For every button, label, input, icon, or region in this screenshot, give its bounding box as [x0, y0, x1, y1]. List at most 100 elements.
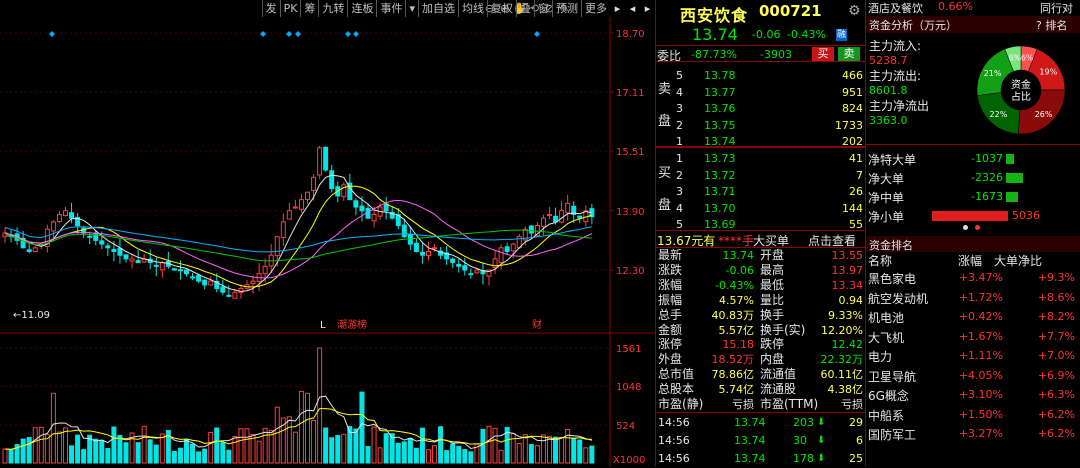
toolbar-button[interactable]: 加自选 — [418, 0, 458, 17]
candle-body — [123, 254, 129, 260]
net-order-label: 净小单 — [868, 210, 905, 224]
toolbar-button[interactable]: 预测 — [552, 0, 581, 17]
rank-change: +3.10% — [958, 388, 1003, 401]
kline-chart[interactable]: 18.70 17.11 15.51 13.90 12.30 1561 1048 524 X100… — [0, 17, 655, 467]
volume-bar — [395, 442, 401, 464]
toolbar-button[interactable]: 连板 — [347, 0, 376, 17]
sector-row: 酒店及餐饮 0.66% 同行对比 — [866, 0, 1080, 31]
volume-bar — [407, 437, 413, 464]
volume-bar — [190, 443, 196, 464]
toolbar-button[interactable]: 事件 — [376, 0, 405, 17]
stat-label: 流通值 — [760, 367, 797, 382]
toolbar-button[interactable]: ▾ — [405, 0, 418, 17]
rank-ratio: +8.2% — [1037, 310, 1075, 323]
candle-body — [99, 240, 105, 245]
toolbar-button[interactable]: 更多 — [581, 0, 610, 17]
chart-toolbar: ⊖ ⊕ ✋ ⟲ ⊘ ✎ 发 PK 筹九转 连板 事件 ▾ 加自选 均线 复权叠窗预测 更多 ▸ ◂ ▸ — [0, 0, 655, 17]
buy-button[interactable]: 买 — [812, 47, 834, 61]
volume-bar — [432, 445, 438, 464]
toolbar-button[interactable]: 叠 — [516, 0, 534, 17]
pie-label: 19% — [1039, 67, 1057, 76]
rank-name[interactable]: 机电池 — [868, 309, 904, 326]
candle-body — [202, 279, 208, 286]
rank-name[interactable]: 6G概念 — [868, 387, 909, 404]
candle-body — [298, 199, 304, 210]
candle-body — [208, 280, 214, 286]
candle-body — [468, 273, 474, 276]
toolbar-button[interactable]: 发 — [261, 0, 280, 17]
volume-tick-label: 1561 — [616, 344, 641, 355]
toolbar-button[interactable]: 筹 — [300, 0, 318, 17]
candle-body — [401, 224, 407, 238]
page-dots[interactable] — [961, 225, 991, 233]
rank-row[interactable]: 航空发动机 +1.72% +8.6% — [866, 289, 1080, 308]
toolbar-button[interactable]: 九转 — [318, 0, 347, 17]
toolbar-button[interactable]: 复权 — [487, 0, 516, 17]
candle-body — [311, 176, 317, 191]
fund-pie-chart: 6% 19% 26% 22% 21% 6% 资金占比 — [976, 45, 1066, 135]
rank-row[interactable]: 6G概念 +3.10% +6.3% — [866, 386, 1080, 405]
candle-body — [190, 276, 196, 279]
candle-body — [413, 242, 419, 252]
stat-label: 最高 — [760, 262, 785, 277]
rank-row[interactable]: 电力 +1.11% +7.0% — [866, 347, 1080, 366]
bigbuy-link[interactable]: 点击查看 — [808, 232, 856, 249]
chart-marker-l: L — [320, 320, 326, 331]
rank-change: +4.05% — [958, 368, 1003, 382]
fund-title: 资金分析（万元） — [869, 19, 957, 32]
candle-body — [329, 170, 335, 190]
page-dot[interactable] — [975, 225, 980, 230]
candle-body — [450, 258, 456, 264]
rank-name[interactable]: 卫星导航 — [868, 368, 916, 385]
margin-tag: 融 — [836, 29, 848, 41]
stat-label: 内盘 — [760, 352, 785, 367]
candle-body — [559, 210, 565, 223]
arrow-icon[interactable]: ▸ — [645, 2, 651, 15]
net-order-label: 净特大单 — [868, 153, 917, 167]
sector-name[interactable]: 酒店及餐饮 — [868, 0, 923, 16]
stat-label: 市盈(TTM) — [760, 397, 819, 411]
page-dot-active[interactable] — [963, 225, 968, 230]
rank-name[interactable]: 国防军工 — [868, 426, 916, 443]
rank-link[interactable]: ? 排名 — [1036, 17, 1067, 33]
candle-body — [317, 147, 323, 176]
rank-row[interactable]: 黑色家电 +3.47% +9.3% — [866, 269, 1080, 288]
settings-gear-icon[interactable]: ⚙ — [848, 3, 861, 19]
rank-row[interactable]: 中船系 +1.50% +6.2% — [866, 406, 1080, 425]
tick-count: 6 — [856, 434, 863, 447]
rank-row[interactable]: 大飞机 +1.67% +7.7% — [866, 328, 1080, 347]
candle-body — [274, 236, 280, 257]
candle-body — [262, 265, 268, 275]
rank-row[interactable]: 卫星导航 +4.05% +6.9% — [866, 367, 1080, 386]
bid-book: 1 13.73 41 2 13.72 7 3 13.71 26 4 13.70 144 5 13.69 55… — [656, 148, 866, 232]
toolbar-button[interactable]: 均线 — [458, 0, 487, 17]
volume-bar — [305, 392, 310, 464]
rank-row[interactable]: 国防军工 +3.27% +6.2% — [866, 425, 1080, 444]
arrow-icon[interactable]: ◂ — [630, 2, 636, 15]
rank-name[interactable]: 航空发动机 — [868, 290, 928, 307]
down-arrow-icon: ⬇ — [817, 417, 826, 428]
volume-bar — [450, 443, 456, 464]
stat-label: 涨跌 — [658, 262, 683, 277]
bigbuy-label: 大买单 — [753, 234, 790, 248]
candle-body — [456, 263, 462, 267]
arrow-icon[interactable]: ▸ — [615, 2, 621, 15]
candle-body — [510, 243, 516, 252]
ask-side-label: 卖 — [658, 82, 672, 97]
price-tick-label: 18.70 — [616, 29, 645, 40]
candle-body — [135, 260, 141, 264]
rank-row[interactable]: 机电池 +0.42% +8.2% — [866, 308, 1080, 327]
rank-name[interactable]: 电力 — [868, 348, 892, 365]
rank-name[interactable]: 中船系 — [868, 407, 904, 424]
volume-bar — [220, 442, 226, 464]
rank-name[interactable]: 黑色家电 — [868, 270, 916, 287]
volume-bar — [492, 427, 498, 464]
toolbar-button[interactable]: 窗 — [534, 0, 552, 17]
volume-bar — [329, 437, 335, 464]
rank-name[interactable]: 大飞机 — [868, 329, 904, 346]
candle-body — [426, 250, 431, 257]
toolbar-button[interactable]: PK — [279, 0, 301, 17]
sell-button[interactable]: 卖 — [838, 47, 860, 61]
volume-bar — [69, 445, 75, 464]
net-order-row: 净特大单 -1037 — [866, 150, 1080, 169]
